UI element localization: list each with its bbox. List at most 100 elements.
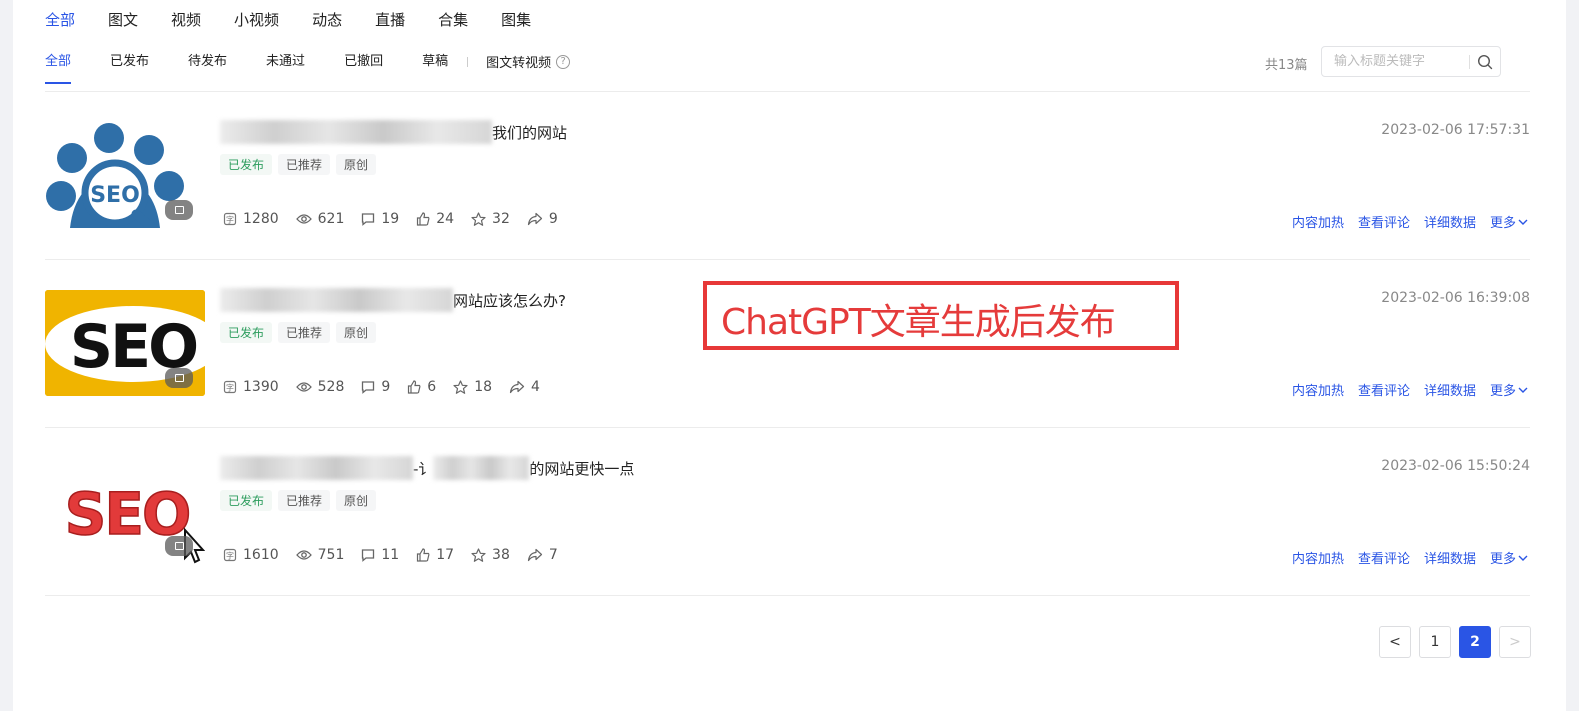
more-dropdown[interactable]: 更多 bbox=[1490, 548, 1530, 567]
blurred-title-part bbox=[433, 456, 530, 480]
content-type-tabs: 全部 图文 视频 小视频 动态 直播 合集 图集 bbox=[45, 10, 564, 30]
tab-live[interactable]: 直播 bbox=[375, 10, 405, 30]
stat-comments: 11 bbox=[361, 547, 399, 563]
status-tabs: 全部 已发布 待发布 未通过 已撤回 草稿 图文转视频 ? bbox=[45, 52, 571, 84]
stat-chars: 字 1280 bbox=[223, 211, 279, 227]
stat-chars: 字 1610 bbox=[223, 547, 279, 563]
article-item: SEO -讠 的网站更快一点 已发布 已推荐 原创 字 1610 751 11 1… bbox=[45, 428, 1530, 596]
article-thumbnail[interactable]: SEO bbox=[45, 458, 205, 564]
word-count-icon: 字 bbox=[223, 380, 237, 394]
svg-text:字: 字 bbox=[226, 383, 234, 393]
title-text-mid: -讠 bbox=[413, 459, 434, 478]
detailed-data-button[interactable]: 详细数据 bbox=[1424, 548, 1476, 567]
tab-collection[interactable]: 合集 bbox=[438, 10, 468, 30]
search-input[interactable] bbox=[1322, 54, 1469, 69]
stat-shares: 7 bbox=[527, 547, 558, 563]
article-thumbnail[interactable]: SEO bbox=[45, 122, 205, 228]
tag-recommended: 已推荐 bbox=[278, 322, 331, 343]
image-type-icon bbox=[165, 536, 193, 556]
stat-views: 621 bbox=[295, 211, 344, 227]
article-title[interactable]: -讠 的网站更快一点 bbox=[220, 456, 634, 480]
stat-comments: 9 bbox=[361, 379, 390, 395]
eye-icon bbox=[295, 214, 312, 224]
article-to-video-link[interactable]: 图文转视频 ? bbox=[486, 52, 571, 71]
stat-chars: 字 1390 bbox=[223, 379, 279, 395]
next-page-button[interactable]: > bbox=[1499, 626, 1531, 658]
thumb-text: SEO bbox=[90, 183, 140, 208]
tab-moments[interactable]: 动态 bbox=[312, 10, 342, 30]
annotation-text: ChatGPT文章生成后发布 bbox=[721, 302, 1116, 343]
chevron-down-icon bbox=[1518, 219, 1528, 225]
tag-recommended: 已推荐 bbox=[278, 490, 331, 511]
status-tab-withdrawn[interactable]: 已撤回 bbox=[344, 53, 383, 71]
title-text: 我们的网站 bbox=[492, 123, 568, 142]
status-tab-all[interactable]: 全部 bbox=[45, 53, 72, 84]
more-dropdown[interactable]: 更多 bbox=[1490, 380, 1530, 399]
article-tags: 已发布 已推荐 原创 bbox=[220, 490, 382, 511]
eye-icon bbox=[295, 382, 312, 392]
article-tags: 已发布 已推荐 原创 bbox=[220, 154, 382, 175]
boost-content-button[interactable]: 内容加热 bbox=[1292, 212, 1344, 231]
boost-content-button[interactable]: 内容加热 bbox=[1292, 548, 1344, 567]
search-box bbox=[1321, 46, 1501, 77]
prev-page-button[interactable]: < bbox=[1379, 626, 1411, 658]
tab-video[interactable]: 视频 bbox=[171, 10, 201, 30]
stat-likes: 6 bbox=[407, 379, 436, 395]
boost-content-button[interactable]: 内容加热 bbox=[1292, 380, 1344, 399]
tag-original: 原创 bbox=[336, 154, 377, 175]
annotation-box: ChatGPT文章生成后发布 bbox=[703, 281, 1179, 350]
tab-all[interactable]: 全部 bbox=[45, 10, 75, 30]
star-icon bbox=[471, 547, 486, 562]
tab-article[interactable]: 图文 bbox=[108, 10, 138, 30]
article-stats: 字 1390 528 9 6 18 4 bbox=[223, 379, 557, 395]
stat-favorites: 18 bbox=[453, 379, 492, 395]
stat-favorites: 38 bbox=[471, 547, 510, 563]
stat-comments: 19 bbox=[361, 211, 399, 227]
more-dropdown[interactable]: 更多 bbox=[1490, 212, 1530, 231]
svg-text:字: 字 bbox=[226, 215, 234, 225]
view-comments-button[interactable]: 查看评论 bbox=[1358, 380, 1410, 399]
word-count-icon: 字 bbox=[223, 212, 237, 226]
status-tab-drafts[interactable]: 草稿 bbox=[422, 53, 448, 71]
detailed-data-button[interactable]: 详细数据 bbox=[1424, 212, 1476, 231]
search-icon[interactable] bbox=[1470, 47, 1500, 76]
tag-recommended: 已推荐 bbox=[278, 154, 331, 175]
article-stats: 字 1610 751 11 17 38 7 bbox=[223, 547, 575, 563]
publish-date: 2023-02-06 15:50:24 bbox=[1381, 458, 1530, 474]
page-1-button[interactable]: 1 bbox=[1419, 626, 1451, 658]
tab-short-video[interactable]: 小视频 bbox=[234, 10, 279, 30]
star-icon bbox=[471, 211, 486, 226]
publish-date: 2023-02-06 16:39:08 bbox=[1381, 290, 1530, 306]
status-tab-published[interactable]: 已发布 bbox=[110, 53, 149, 71]
stat-favorites: 32 bbox=[471, 211, 510, 227]
view-comments-button[interactable]: 查看评论 bbox=[1358, 212, 1410, 231]
blurred-title-part bbox=[220, 288, 453, 312]
total-count: 共13篇 bbox=[1265, 58, 1308, 73]
article-item: SEO 我们的网站 已发布 已推荐 原创 字 1280 621 19 24 32 … bbox=[45, 92, 1530, 260]
eye-icon bbox=[295, 550, 312, 560]
help-icon[interactable]: ? bbox=[556, 54, 571, 69]
tag-original: 原创 bbox=[336, 490, 377, 511]
status-tab-pending[interactable]: 待发布 bbox=[188, 53, 227, 71]
stat-shares: 9 bbox=[527, 211, 558, 227]
stat-likes: 17 bbox=[416, 547, 454, 563]
article-title[interactable]: 网站应该怎么办? bbox=[220, 288, 566, 312]
page-2-button[interactable]: 2 bbox=[1459, 626, 1491, 658]
tag-published: 已发布 bbox=[220, 322, 273, 343]
svg-text:字: 字 bbox=[226, 551, 234, 561]
tag-published: 已发布 bbox=[220, 154, 273, 175]
status-tab-rejected[interactable]: 未通过 bbox=[266, 53, 305, 71]
comment-icon bbox=[362, 549, 375, 562]
tab-divider bbox=[467, 56, 469, 67]
article-to-video-label: 图文转视频 bbox=[486, 56, 552, 71]
tab-gallery[interactable]: 图集 bbox=[501, 10, 531, 30]
detailed-data-button[interactable]: 详细数据 bbox=[1424, 380, 1476, 399]
tag-original: 原创 bbox=[336, 322, 377, 343]
word-count-icon: 字 bbox=[223, 548, 237, 562]
tag-published: 已发布 bbox=[220, 490, 273, 511]
image-type-icon bbox=[165, 200, 193, 220]
article-title[interactable]: 我们的网站 bbox=[220, 120, 567, 144]
view-comments-button[interactable]: 查看评论 bbox=[1358, 548, 1410, 567]
article-thumbnail[interactable]: SEO bbox=[45, 290, 205, 396]
stat-views: 751 bbox=[295, 547, 344, 563]
